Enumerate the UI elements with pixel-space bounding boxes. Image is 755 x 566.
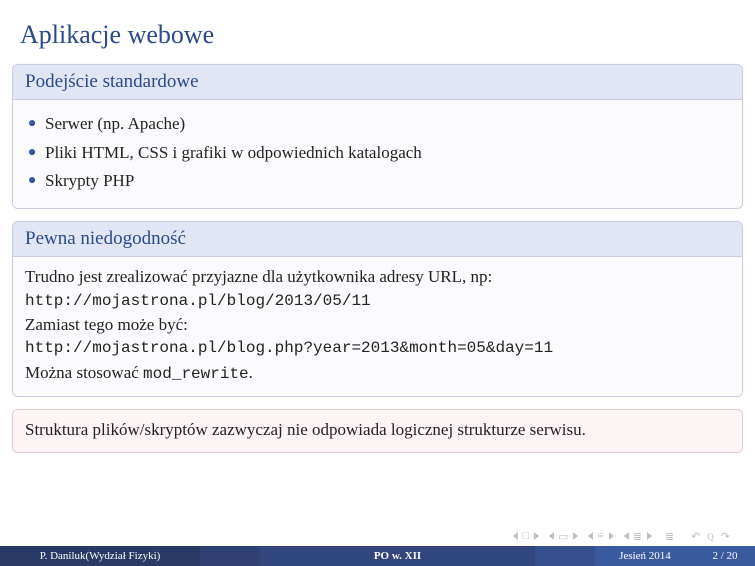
nav-controls: □ ▭ ≡ ≣ ≣ ↶Q↷ <box>0 527 755 546</box>
nav-prev-section-icon[interactable]: ≡ <box>588 530 613 542</box>
block-alert: Struktura plików/skryptów zazwyczaj nie … <box>12 409 743 454</box>
code-fragment: mod_rewrite <box>143 365 249 383</box>
block-standard-approach: Podejście standardowe Serwer (np. Apache… <box>12 64 743 209</box>
text-fragment: . <box>249 363 253 382</box>
block-body: Serwer (np. Apache) Pliki HTML, CSS i gr… <box>13 100 742 208</box>
footer-author: P. Daniluk(Wydział Fizyki) <box>0 546 200 566</box>
footer-spacer <box>200 546 260 566</box>
nav-back-icon[interactable]: ↶Q↷ <box>688 530 734 543</box>
list-item: Serwer (np. Apache) <box>45 112 730 137</box>
slide-content: Aplikacje webowe Podejście standardowe S… <box>0 0 755 453</box>
list-item: Skrypty PHP <box>45 169 730 194</box>
url-example-2: http://mojastrona.pl/blog.php?year=2013&… <box>25 337 730 360</box>
nav-next-icon[interactable]: ≣ <box>662 530 678 543</box>
body-text: Można stosować mod_rewrite. <box>25 361 730 386</box>
footer-bar: P. Daniluk(Wydział Fizyki) PO w. XII Jes… <box>0 546 755 566</box>
nav-prev-icon[interactable]: ▭ <box>549 530 578 543</box>
block-header: Podejście standardowe <box>13 65 742 100</box>
block-body: Struktura plików/skryptów zazwyczaj nie … <box>13 410 742 453</box>
list-item: Pliki HTML, CSS i grafiki w odpowiednich… <box>45 141 730 166</box>
block-body: Trudno jest zrealizować przyjazne dla uż… <box>13 257 742 396</box>
bullet-list: Serwer (np. Apache) Pliki HTML, CSS i gr… <box>25 112 730 194</box>
body-text: Trudno jest zrealizować przyjazne dla uż… <box>25 265 730 290</box>
url-example-1: http://mojastrona.pl/blog/2013/05/11 <box>25 290 730 313</box>
nav-first-icon[interactable]: □ <box>513 530 539 542</box>
body-text: Zamiast tego może być: <box>25 313 730 338</box>
footer-title: PO w. XII <box>260 546 535 566</box>
footer-date: Jesień 2014 <box>595 546 695 566</box>
slide-title: Aplikacje webowe <box>20 20 743 50</box>
footer-page-number: 2 / 20 <box>695 546 755 566</box>
block-inconvenience: Pewna niedogodność Trudno jest zrealizow… <box>12 221 743 397</box>
block-header: Pewna niedogodność <box>13 222 742 257</box>
slide-footer: □ ▭ ≡ ≣ ≣ ↶Q↷ P. Daniluk(Wydział Fizyki)… <box>0 527 755 566</box>
footer-spacer <box>535 546 595 566</box>
nav-next-section-icon[interactable]: ≣ <box>624 530 652 543</box>
text-fragment: Można stosować <box>25 363 143 382</box>
